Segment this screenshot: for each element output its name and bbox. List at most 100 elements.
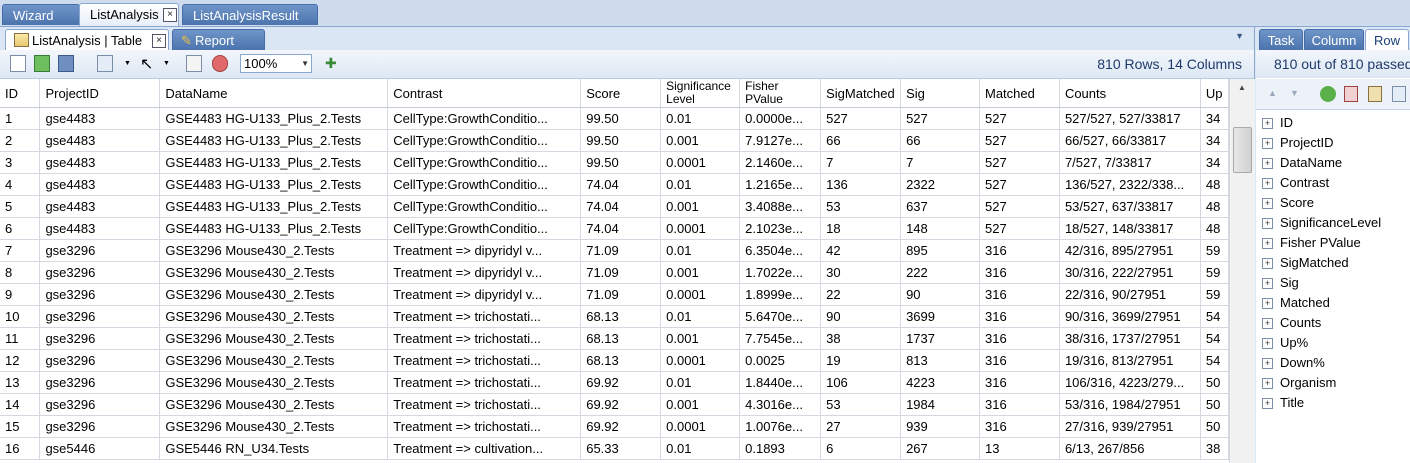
field-item[interactable]: + Down% bbox=[1262, 353, 1325, 373]
filter-summary: 810 out of 810 passed bbox=[1256, 50, 1410, 78]
table-row[interactable]: 1 gse4483 GSE4483 HG-U133_Plus_2.Tests Cell… bbox=[0, 107, 1229, 130]
table-row[interactable]: 2 gse4483 GSE4483 HG-U133_Plus_2.Tests Cell… bbox=[0, 129, 1229, 152]
table-row[interactable]: 13 gse3296 GSE3296 Mouse430_2.Tests Treatme… bbox=[0, 371, 1229, 394]
column-header[interactable]: Counts bbox=[1059, 79, 1201, 108]
column-header[interactable]: DataName bbox=[159, 79, 389, 108]
data-table[interactable]: ID ProjectID DataName Contrast Score Signific… bbox=[0, 79, 1229, 463]
column-header[interactable]: Fisher PValue bbox=[739, 79, 822, 108]
tab-listanalysis[interactable]: ListAnalysis × bbox=[79, 3, 179, 26]
table-row[interactable]: 10 gse3296 GSE3296 Mouse430_2.Tests Treatme… bbox=[0, 305, 1229, 328]
expand-icon[interactable]: + bbox=[1262, 278, 1273, 290]
table-row[interactable]: 3 gse4483 GSE4483 HG-U133_Plus_2.Tests Cell… bbox=[0, 151, 1229, 174]
column-header[interactable]: Sig bbox=[900, 79, 980, 108]
expand-icon[interactable]: + bbox=[1262, 158, 1273, 170]
tab-task[interactable]: Task bbox=[1259, 29, 1303, 50]
field-item[interactable]: + Counts bbox=[1262, 313, 1321, 333]
expand-icon[interactable]: + bbox=[1262, 358, 1273, 370]
table-cell: 0.001 bbox=[660, 195, 741, 218]
tab-wizard[interactable]: Wizard bbox=[2, 4, 80, 25]
move-down-icon[interactable]: ▼ bbox=[1290, 88, 1299, 98]
field-item[interactable]: + Organism bbox=[1262, 373, 1336, 393]
expand-icon[interactable]: + bbox=[1262, 118, 1273, 130]
column-header[interactable]: Contrast bbox=[387, 79, 582, 108]
expand-icon[interactable]: + bbox=[1262, 378, 1273, 390]
table-row[interactable]: 9 gse3296 GSE3296 Mouse430_2.Tests Treatmen… bbox=[0, 283, 1229, 306]
delete-rows-icon[interactable] bbox=[1344, 86, 1358, 102]
table-row[interactable]: 12 gse3296 GSE3296 Mouse430_2.Tests Treatme… bbox=[0, 349, 1229, 372]
field-item[interactable]: + DataName bbox=[1262, 153, 1342, 173]
expand-icon[interactable]: + bbox=[1262, 338, 1273, 350]
chevron-down-icon[interactable]: ▼ bbox=[124, 60, 131, 67]
excel-export-icon[interactable] bbox=[34, 55, 50, 72]
table-row[interactable]: 8 gse3296 GSE3296 Mouse430_2.Tests Treatmen… bbox=[0, 261, 1229, 284]
field-item[interactable]: + Matched bbox=[1262, 293, 1330, 313]
tab-report[interactable]: ✎ Report bbox=[172, 29, 265, 50]
copy-icon[interactable] bbox=[97, 55, 113, 72]
save-icon[interactable] bbox=[58, 55, 74, 72]
field-item[interactable]: + SignificanceLevel bbox=[1262, 213, 1381, 233]
field-item[interactable]: + Title bbox=[1262, 393, 1304, 413]
scroll-up-icon[interactable]: ▲ bbox=[1238, 83, 1246, 92]
column-header[interactable]: SigMatched bbox=[820, 79, 902, 108]
table-cell: CellType:GrowthConditio... bbox=[387, 107, 582, 130]
right-tab-strip: Task Column Row bbox=[1256, 27, 1410, 50]
field-item[interactable]: + ProjectID bbox=[1262, 133, 1333, 153]
chevron-down-icon: ▼ bbox=[301, 59, 309, 68]
edit-rows-icon[interactable] bbox=[1368, 86, 1382, 102]
properties-icon[interactable] bbox=[186, 55, 202, 72]
tab-listanalysis-table[interactable]: ListAnalysis | Table × bbox=[5, 29, 169, 50]
expand-icon[interactable]: + bbox=[1262, 198, 1273, 210]
expand-icon[interactable]: + bbox=[1262, 298, 1273, 310]
table-cell: 8 bbox=[0, 261, 41, 284]
table-row[interactable]: 7 gse3296 GSE3296 Mouse430_2.Tests Treatmen… bbox=[0, 239, 1229, 262]
expand-icon[interactable]: + bbox=[1262, 238, 1273, 250]
eraser-icon[interactable] bbox=[212, 55, 228, 72]
chevron-down-icon[interactable]: ▼ bbox=[163, 60, 170, 67]
table-cell: 66 bbox=[820, 129, 902, 152]
chevron-down-icon[interactable]: ▼ bbox=[1235, 31, 1244, 41]
column-header[interactable]: Score bbox=[580, 79, 662, 108]
expand-icon[interactable]: + bbox=[1262, 138, 1273, 150]
field-item[interactable]: + Up% bbox=[1262, 333, 1308, 353]
column-header[interactable]: Up bbox=[1200, 79, 1229, 108]
refresh-icon[interactable] bbox=[1320, 86, 1336, 102]
table-cell: 54 bbox=[1200, 305, 1229, 328]
table-row[interactable]: 5 gse4483 GSE4483 HG-U133_Plus_2.Tests Cell… bbox=[0, 195, 1229, 218]
field-item[interactable]: + ID bbox=[1262, 113, 1293, 133]
table-row[interactable]: 16 gse5446 GSE5446 RN_U34.Tests Treatment =… bbox=[0, 437, 1229, 460]
field-item[interactable]: + Sig bbox=[1262, 273, 1299, 293]
expand-icon[interactable]: + bbox=[1262, 398, 1273, 410]
field-item[interactable]: + Fisher PValue bbox=[1262, 233, 1361, 253]
zoom-select[interactable]: 100% ▼ bbox=[240, 54, 312, 73]
field-item[interactable]: + Contrast bbox=[1262, 173, 1329, 193]
scrollbar-thumb[interactable] bbox=[1233, 127, 1252, 173]
tab-row[interactable]: Row bbox=[1365, 29, 1409, 50]
table-row[interactable]: 11 gse3296 GSE3296 Mouse430_2.Tests Treatme… bbox=[0, 327, 1229, 350]
table-cell: CellType:GrowthConditio... bbox=[387, 195, 582, 218]
pin-icon[interactable]: ✚ bbox=[325, 55, 337, 72]
field-item[interactable]: + SigMatched bbox=[1262, 253, 1349, 273]
column-header[interactable]: Significance Level bbox=[660, 79, 741, 108]
expand-icon[interactable]: + bbox=[1262, 318, 1273, 330]
table-row[interactable]: 6 gse4483 GSE4483 HG-U133_Plus_2.Tests Cell… bbox=[0, 217, 1229, 240]
close-icon[interactable]: × bbox=[152, 34, 166, 48]
move-up-icon[interactable]: ▲ bbox=[1268, 88, 1277, 98]
tab-listanalysisresult[interactable]: ListAnalysisResult bbox=[182, 4, 318, 25]
vertical-scrollbar[interactable]: ▲ bbox=[1229, 79, 1255, 463]
new-document-icon[interactable] bbox=[10, 55, 26, 72]
expand-icon[interactable]: + bbox=[1262, 178, 1273, 190]
table-row[interactable]: 15 gse3296 GSE3296 Mouse430_2.Tests Treatme… bbox=[0, 415, 1229, 438]
expand-icon[interactable]: + bbox=[1262, 258, 1273, 270]
expand-icon[interactable]: + bbox=[1262, 218, 1273, 230]
options-icon[interactable] bbox=[1392, 86, 1406, 102]
cursor-icon[interactable]: ↖ bbox=[140, 54, 153, 74]
table-row[interactable]: 4 gse4483 GSE4483 HG-U133_Plus_2.Tests Cell… bbox=[0, 173, 1229, 196]
close-icon[interactable]: × bbox=[163, 8, 177, 22]
table-cell: GSE4483 HG-U133_Plus_2.Tests bbox=[159, 173, 389, 196]
column-header[interactable]: ProjectID bbox=[39, 79, 161, 108]
field-item[interactable]: + Score bbox=[1262, 193, 1314, 213]
column-header[interactable]: Matched bbox=[979, 79, 1060, 108]
table-row[interactable]: 14 gse3296 GSE3296 Mouse430_2.Tests Treatme… bbox=[0, 393, 1229, 416]
tab-column[interactable]: Column bbox=[1304, 29, 1364, 50]
column-header[interactable]: ID bbox=[0, 79, 41, 108]
